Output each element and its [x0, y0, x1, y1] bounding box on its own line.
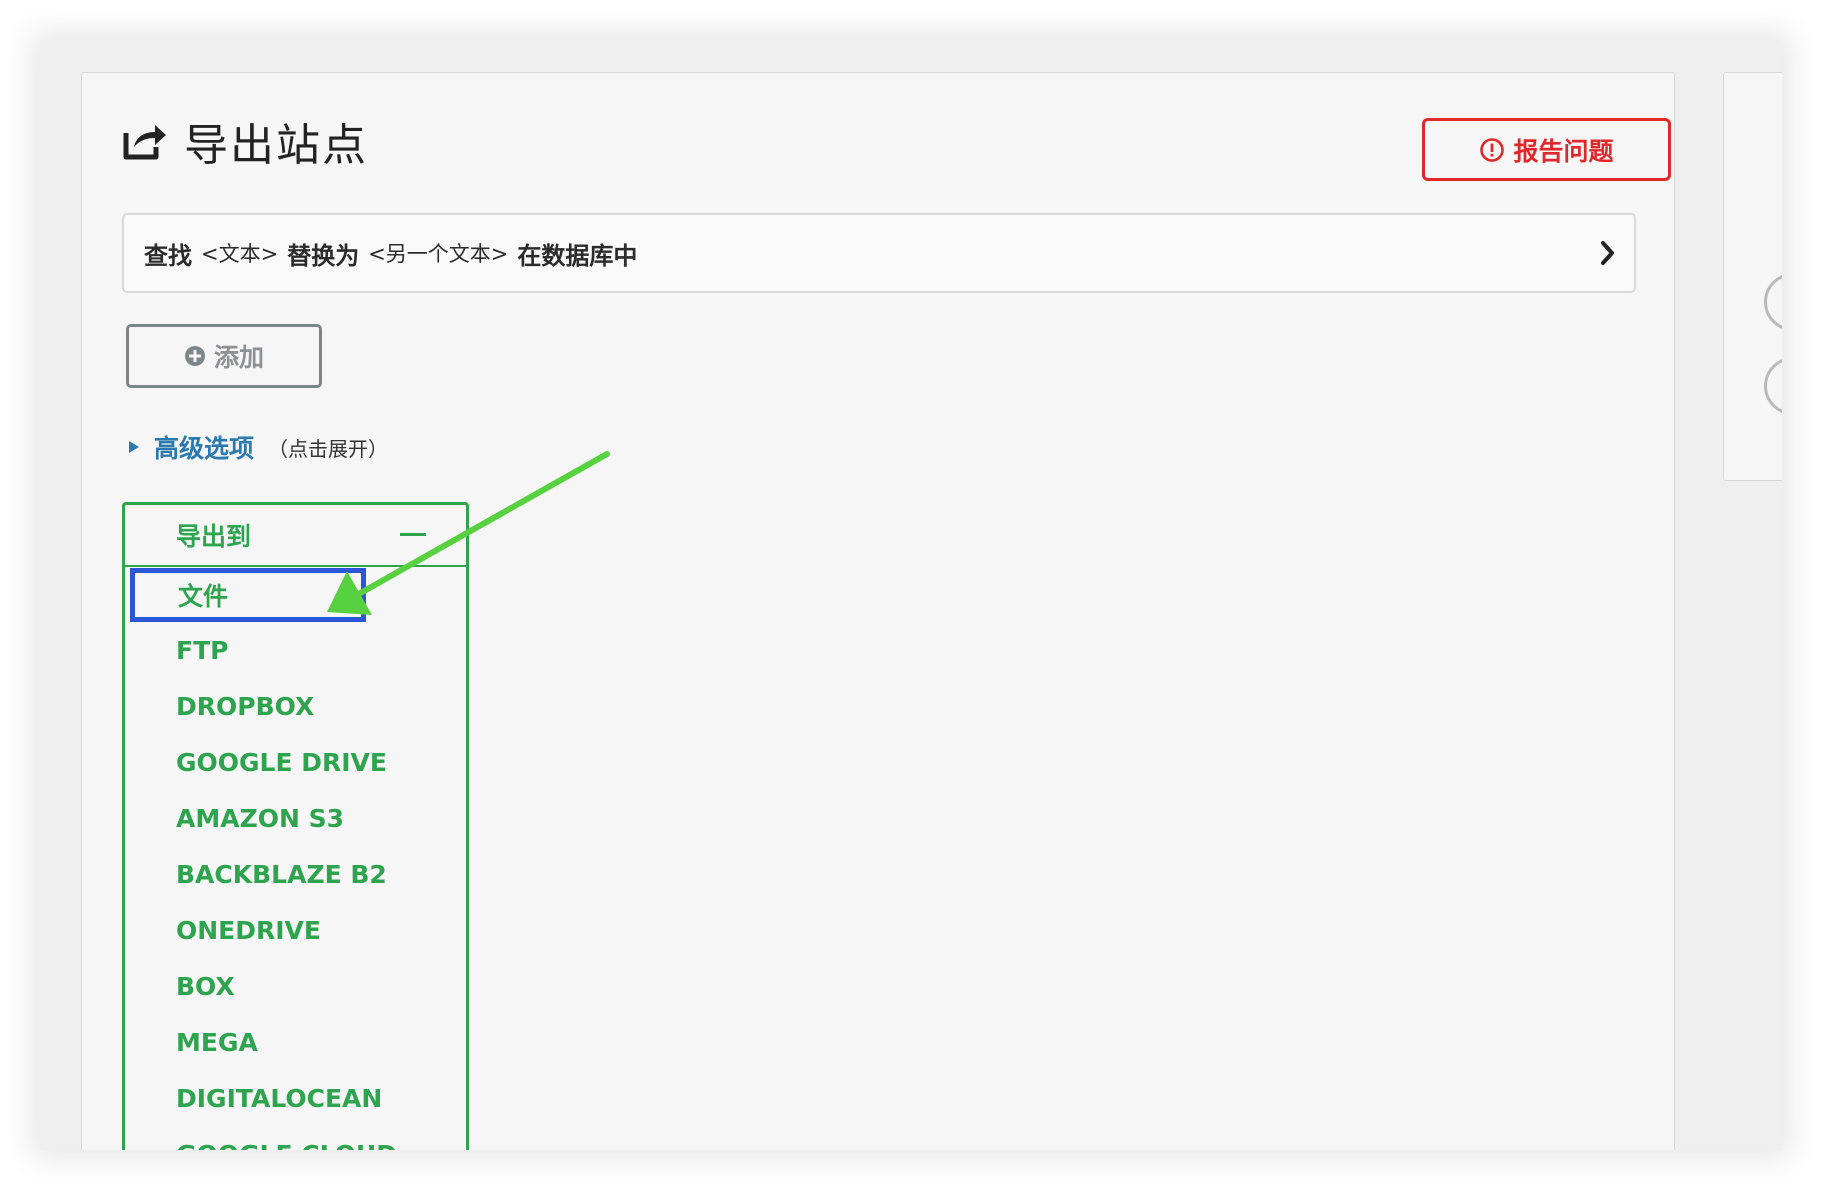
advanced-options-label: 高级选项 [154, 434, 255, 463]
export-option-backblaze-b2[interactable]: BACKBLAZE B2 [125, 846, 466, 902]
export-option-ftp[interactable]: FTP [125, 622, 466, 678]
find-placeholder: <文本> [201, 242, 279, 266]
main-panel: 导出站点 报告问题 查找 <文本> 替换为 <另一个文本> 在数据库中 添加 高… [81, 72, 1675, 1150]
export-option-google-drive[interactable]: GOOGLE DRIVE [125, 734, 466, 790]
export-option-file[interactable]: 文件 [130, 568, 366, 622]
export-option-box[interactable]: BOX [125, 958, 466, 1014]
export-option-dropbox[interactable]: DROPBOX [125, 678, 466, 734]
export-option-mega[interactable]: MEGA [125, 1014, 466, 1070]
window-frame: 导出站点 报告问题 查找 <文本> 替换为 <另一个文本> 在数据库中 添加 高… [40, 40, 1782, 1150]
export-to-header[interactable]: 导出到 [125, 505, 466, 567]
export-to-dropdown: 导出到 文件 FTP DROPBOX GOOGLE DRIVE AMAZON S… [122, 502, 469, 1150]
database-suffix: 在数据库中 [517, 241, 638, 270]
share-export-icon [123, 125, 166, 160]
report-issue-label: 报告问题 [1513, 136, 1614, 166]
side-circle-button[interactable] [1764, 357, 1782, 415]
chevron-right-icon [1601, 241, 1614, 265]
triangle-right-icon [129, 441, 139, 453]
export-option-digitalocean[interactable]: DIGITALOCEAN [125, 1070, 466, 1126]
advanced-options-hint: （点击展开） [268, 436, 389, 461]
add-button[interactable]: 添加 [126, 324, 322, 388]
replace-label: 替换为 [287, 241, 360, 270]
alert-circle-icon [1480, 137, 1505, 162]
find-replace-bar[interactable]: 查找 <文本> 替换为 <另一个文本> 在数据库中 [122, 213, 1636, 293]
export-option-google-cloud[interactable]: GOOGLE CLOUD [125, 1126, 466, 1151]
page-header: 导出站点 [122, 113, 368, 171]
side-panel [1723, 72, 1782, 481]
plus-circle-icon [184, 346, 205, 366]
side-circle-button[interactable] [1764, 273, 1782, 331]
replace-placeholder: <另一个文本> [368, 242, 509, 266]
report-issue-button[interactable]: 报告问题 [1422, 118, 1671, 181]
page-title: 导出站点 [184, 120, 368, 171]
export-to-label: 导出到 [176, 522, 252, 551]
export-option-amazon-s3[interactable]: AMAZON S3 [125, 790, 466, 846]
advanced-options-toggle[interactable]: 高级选项 （点击展开） [128, 429, 388, 465]
find-label: 查找 [144, 241, 192, 270]
export-option-onedrive[interactable]: ONEDRIVE [125, 902, 466, 958]
minus-icon [400, 533, 426, 536]
add-label: 添加 [213, 343, 264, 372]
